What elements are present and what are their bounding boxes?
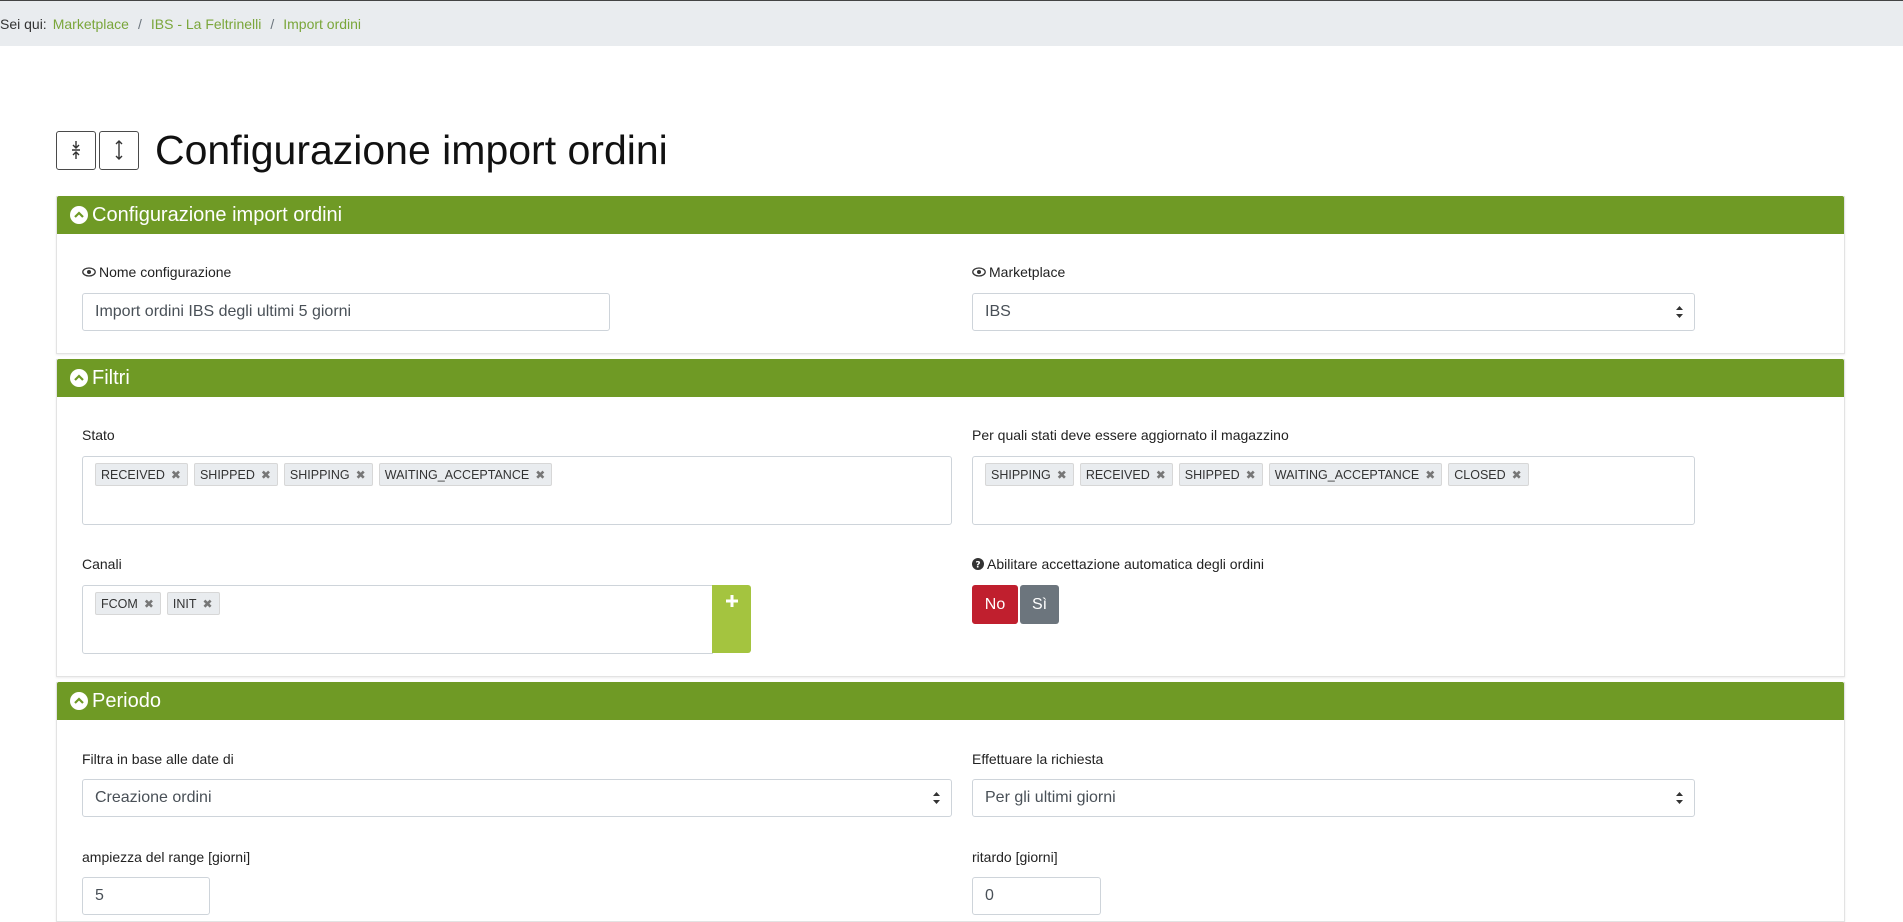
plus-icon bbox=[725, 595, 738, 607]
marketplace-select-value: IBS bbox=[985, 303, 1011, 320]
magazzino-tag: SHIPPING ✖ bbox=[985, 463, 1074, 486]
add-canale-button[interactable] bbox=[712, 585, 751, 653]
expand-vertical-icon bbox=[115, 140, 123, 160]
canali-tag: FCOM ✖ bbox=[95, 592, 161, 615]
filtra-date-value: Creazione ordini bbox=[95, 789, 212, 806]
magazzino-tag-input[interactable]: SHIPPING ✖ RECEIVED ✖ SHIPPED ✖ WAITING_ACC… bbox=[972, 456, 1695, 525]
remove-tag-icon[interactable]: ✖ bbox=[1156, 468, 1166, 482]
svg-text:?: ? bbox=[975, 561, 980, 571]
breadcrumb-separator: / bbox=[137, 15, 142, 32]
canali-tag-input[interactable]: FCOM ✖ INIT ✖ bbox=[82, 585, 713, 654]
question-circle-icon: ? bbox=[972, 558, 984, 570]
remove-tag-icon[interactable]: ✖ bbox=[356, 468, 366, 482]
marketplace-label: Marketplace bbox=[972, 264, 1065, 280]
config-panel-header[interactable]: Configurazione import ordini bbox=[57, 196, 1844, 234]
accettazione-label: ? Abilitare accettazione automatica degl… bbox=[972, 556, 1264, 572]
magazzino-label: Per quali stati deve essere aggiornato i… bbox=[972, 427, 1289, 443]
remove-tag-icon[interactable]: ✖ bbox=[535, 468, 545, 482]
chevron-up-icon bbox=[70, 369, 88, 387]
eye-icon bbox=[972, 267, 986, 277]
breadcrumb-marketplace[interactable]: Marketplace bbox=[53, 16, 129, 32]
collapse-all-button[interactable] bbox=[56, 130, 96, 170]
ampiezza-label: ampiezza del range [giorni] bbox=[82, 849, 251, 865]
remove-tag-icon[interactable]: ✖ bbox=[144, 597, 154, 611]
select-arrows-icon bbox=[1676, 792, 1683, 804]
breadcrumb-separator: / bbox=[270, 15, 275, 32]
ritardo-input[interactable]: 0 bbox=[972, 877, 1101, 915]
nome-configurazione-input[interactable]: Import ordini IBS degli ultimi 5 giorni bbox=[82, 293, 610, 331]
toggle-no-button[interactable]: No bbox=[972, 585, 1018, 624]
panel-title: Filtri bbox=[92, 366, 130, 389]
toggle-si-button[interactable]: Sì bbox=[1020, 585, 1059, 624]
panel-title: Configurazione import ordini bbox=[92, 203, 343, 226]
chevron-up-icon bbox=[70, 206, 88, 224]
page-title: Configurazione import ordini bbox=[155, 126, 668, 173]
remove-tag-icon[interactable]: ✖ bbox=[1057, 468, 1067, 482]
remove-tag-icon[interactable]: ✖ bbox=[202, 597, 212, 611]
breadcrumb: Sei qui: Marketplace / IBS - La Feltrine… bbox=[0, 1, 1903, 46]
richiesta-value: Per gli ultimi giorni bbox=[985, 789, 1116, 806]
canali-tag: INIT ✖ bbox=[166, 592, 220, 615]
magazzino-tag: SHIPPED ✖ bbox=[1178, 463, 1263, 486]
nome-configurazione-label: Nome configurazione bbox=[82, 264, 231, 280]
richiesta-select[interactable]: Per gli ultimi giorni bbox=[972, 779, 1695, 817]
remove-tag-icon[interactable]: ✖ bbox=[1425, 468, 1435, 482]
expand-all-button[interactable] bbox=[99, 130, 139, 170]
remove-tag-icon[interactable]: ✖ bbox=[261, 468, 271, 482]
ritardo-label: ritardo [giorni] bbox=[972, 849, 1058, 865]
magazzino-tag: WAITING_ACCEPTANCE ✖ bbox=[1268, 463, 1443, 486]
magazzino-tag: RECEIVED ✖ bbox=[1079, 463, 1173, 486]
stato-tag-input[interactable]: RECEIVED ✖ SHIPPED ✖ SHIPPING ✖ WAITING_ACC… bbox=[82, 456, 952, 525]
stato-tag: SHIPPING ✖ bbox=[283, 463, 373, 486]
canali-label: Canali bbox=[82, 556, 122, 572]
breadcrumb-ibs[interactable]: IBS - La Feltrinelli bbox=[151, 16, 261, 32]
remove-tag-icon[interactable]: ✖ bbox=[171, 468, 181, 482]
panel-title: Periodo bbox=[92, 689, 161, 712]
filtra-date-label: Filtra in base alle date di bbox=[82, 751, 234, 767]
periodo-panel: Periodo Filtra in base alle date di Crea… bbox=[56, 682, 1845, 922]
richiesta-label: Effettuare la richiesta bbox=[972, 751, 1104, 767]
remove-tag-icon[interactable]: ✖ bbox=[1512, 468, 1522, 482]
stato-label: Stato bbox=[82, 427, 115, 443]
stato-tag: RECEIVED ✖ bbox=[95, 463, 188, 486]
collapse-vertical-icon bbox=[72, 141, 80, 159]
config-panel: Configurazione import ordini Nome config… bbox=[56, 196, 1845, 354]
breadcrumb-import-ordini[interactable]: Import ordini bbox=[283, 16, 361, 32]
marketplace-select[interactable]: IBS bbox=[972, 293, 1695, 331]
chevron-up-icon bbox=[70, 692, 88, 710]
filtra-date-select[interactable]: Creazione ordini bbox=[82, 779, 952, 817]
stato-tag: WAITING_ACCEPTANCE ✖ bbox=[378, 463, 553, 486]
stato-tag: SHIPPED ✖ bbox=[193, 463, 278, 486]
periodo-panel-header[interactable]: Periodo bbox=[57, 682, 1844, 720]
filtri-panel-header[interactable]: Filtri bbox=[57, 359, 1844, 397]
filtri-panel: Filtri Stato RECEIVED ✖ SHIPPED ✖ SHIPPING… bbox=[56, 359, 1845, 677]
select-arrows-icon bbox=[933, 792, 940, 804]
select-arrows-icon bbox=[1676, 306, 1683, 318]
eye-icon bbox=[82, 267, 96, 277]
breadcrumb-prefix: Sei qui: bbox=[0, 15, 47, 32]
remove-tag-icon[interactable]: ✖ bbox=[1246, 468, 1256, 482]
page-header: Configurazione import ordini bbox=[56, 127, 668, 173]
magazzino-tag: CLOSED ✖ bbox=[1448, 463, 1529, 486]
ampiezza-input[interactable]: 5 bbox=[82, 877, 210, 915]
